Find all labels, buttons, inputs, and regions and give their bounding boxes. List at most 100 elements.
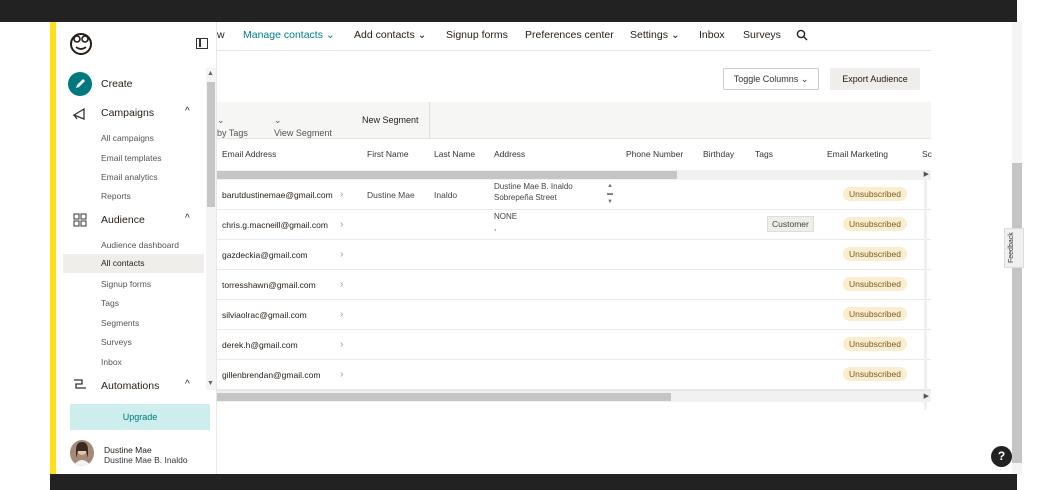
tag-badge: Customer — [767, 216, 814, 232]
sidebar-item-all-contacts[interactable]: All contacts — [63, 254, 204, 273]
email-cell[interactable]: gillenbrendan@gmail.com — [222, 370, 320, 380]
export-audience-button[interactable]: Export Audience — [830, 68, 920, 90]
column-header-address[interactable]: Address — [494, 149, 525, 159]
tab-inbox[interactable]: Inbox — [699, 29, 725, 41]
chevron-right-icon[interactable]: › — [340, 309, 343, 320]
email-cell[interactable]: derek.h@gmail.com — [222, 340, 298, 350]
email-cell[interactable]: chris.g.macneill@gmail.com — [222, 220, 328, 230]
sidebar-item-tags[interactable]: Tags — [101, 298, 119, 308]
mailchimp-logo-icon[interactable] — [68, 30, 94, 56]
status-badge: Unsubscribed — [843, 307, 907, 321]
page-scroll-thumb[interactable] — [1012, 163, 1022, 463]
profile-full-name: Dustine Mae B. Inaldo — [104, 455, 188, 465]
tab-signup-forms[interactable]: Signup forms — [446, 29, 508, 41]
sidebar-item-email-analytics[interactable]: Email analytics — [101, 172, 158, 182]
chevron-right-icon[interactable]: › — [340, 279, 343, 290]
column-header-email[interactable]: Email Address — [222, 149, 276, 159]
sidebar-item-surveys[interactable]: Surveys — [101, 337, 132, 347]
view-segment-dropdown[interactable]: View Segment ⌄ — [274, 115, 332, 138]
column-header-cut[interactable]: Sc — [922, 149, 932, 159]
email-cell[interactable]: silviaolrac@gmail.com — [222, 310, 307, 320]
tab-add-contacts-label: Add contacts — [354, 29, 415, 41]
table-row[interactable]: gazdeckia@gmail.com › Unsubscribed — [217, 240, 931, 270]
chevron-right-icon[interactable]: › — [340, 369, 343, 380]
collapse-sidebar-icon[interactable] — [196, 38, 208, 49]
create-button[interactable] — [68, 72, 92, 96]
tab-add-contacts[interactable]: Add contacts ⌄ — [354, 29, 426, 41]
column-header-birthday[interactable]: Birthday — [703, 149, 734, 159]
tab-manage-contacts[interactable]: Manage contacts ⌄ — [243, 29, 335, 41]
scroll-right-arrow-icon[interactable]: ▶ — [924, 392, 929, 400]
help-button[interactable]: ? — [991, 446, 1012, 467]
column-header-first-name[interactable]: First Name — [367, 149, 409, 159]
search-icon[interactable] — [796, 29, 808, 41]
table-row[interactable]: silviaolrac@gmail.com › Unsubscribed — [217, 300, 931, 330]
address-line-1: Dustine Mae B. Inaldo — [494, 182, 573, 191]
view-segment-label: View Segment — [274, 128, 332, 138]
table-row[interactable]: chris.g.macneill@gmail.com › NONE, Customer… — [217, 210, 931, 240]
table-scrollbar-bottom[interactable]: ▶ — [217, 390, 931, 402]
chevron-right-icon[interactable]: › — [340, 219, 343, 230]
segment-bar: by Tags ⌄ View Segment ⌄ New Segment — [217, 102, 931, 139]
column-header-last-name[interactable]: Last Name — [434, 149, 475, 159]
avatar[interactable] — [70, 440, 94, 466]
automations-icon — [74, 379, 86, 389]
address-scroll-arrows-icon[interactable]: ▲ ▬ ▼ — [607, 182, 613, 206]
chevron-right-icon[interactable]: › — [340, 189, 343, 200]
address-line-1: NONE — [494, 212, 518, 221]
table-scrollbar-top[interactable]: ▶ — [217, 170, 931, 180]
table-scroll-thumb[interactable] — [217, 393, 671, 401]
sidebar-item-create[interactable]: Create — [101, 78, 133, 90]
sidebar-item-campaigns[interactable]: Campaigns — [101, 107, 154, 119]
toggle-columns-button[interactable]: Toggle Columns ⌄ — [723, 68, 819, 90]
email-cell[interactable]: gazdeckia@gmail.com — [222, 250, 308, 260]
sidebar-item-audience[interactable]: Audience — [101, 214, 145, 226]
sidebar-scroll-thumb[interactable] — [207, 82, 215, 207]
table-scroll-thumb[interactable] — [217, 171, 677, 179]
feedback-tab[interactable]: Feedback — [1004, 228, 1024, 268]
table-row[interactable]: barutdustinemae@gmail.com › Dustine Mae Ina… — [217, 180, 931, 210]
sidebar-item-inbox[interactable]: Inbox — [101, 357, 122, 367]
filter-by-tags-dropdown[interactable]: by Tags ⌄ — [217, 115, 248, 138]
sidebar-item-audience-dashboard[interactable]: Audience dashboard — [101, 240, 179, 250]
table-row[interactable]: derek.h@gmail.com › Unsubscribed — [217, 330, 931, 360]
new-segment-button[interactable]: New Segment — [362, 115, 419, 125]
scroll-up-arrow-icon[interactable]: ▲ — [207, 70, 214, 77]
chevron-up-icon[interactable]: ^ — [185, 213, 190, 224]
tab-settings[interactable]: Settings ⌄ — [630, 29, 680, 41]
table-row[interactable]: gillenbrendan@gmail.com › Unsubscribed — [217, 360, 931, 390]
status-badge: Unsubscribed — [843, 277, 907, 291]
browser-top-bar — [0, 0, 1047, 22]
address-cell: NONE, — [494, 211, 616, 238]
scroll-down-arrow-icon[interactable]: ▼ — [207, 380, 214, 387]
sidebar-item-segments[interactable]: Segments — [101, 318, 139, 328]
feedback-label: Feedback — [1008, 232, 1015, 263]
profile-name: Dustine Mae — [104, 445, 152, 455]
sidebar-item-automations[interactable]: Automations — [101, 380, 159, 390]
upgrade-button[interactable]: Upgrade — [70, 404, 210, 430]
chevron-right-icon[interactable]: › — [340, 339, 343, 350]
table-edge — [924, 180, 927, 410]
sidebar-item-all-campaigns[interactable]: All campaigns — [101, 133, 154, 143]
page-margin-left — [0, 22, 50, 490]
tab-surveys[interactable]: Surveys — [743, 29, 781, 41]
column-header-tags[interactable]: Tags — [755, 149, 773, 159]
table-header: Email Address First Name Last Name Addre… — [217, 139, 932, 170]
tab-preferences-center[interactable]: Preferences center — [525, 29, 614, 41]
sidebar-item-reports[interactable]: Reports — [101, 191, 131, 201]
sidebar-item-signup-forms[interactable]: Signup forms — [101, 279, 151, 289]
sidebar-item-email-templates[interactable]: Email templates — [101, 153, 161, 163]
address-line-2: Sobrepeña Street — [494, 193, 557, 202]
sidebar: Create Campaigns ^ All campaigns Email t… — [60, 22, 217, 474]
column-header-phone[interactable]: Phone Number — [626, 149, 683, 159]
chevron-up-icon[interactable]: ^ — [185, 106, 190, 117]
toggle-columns-label: Toggle Columns — [733, 74, 799, 84]
column-header-email-marketing[interactable]: Email Marketing — [827, 149, 888, 159]
table-row[interactable]: torresshawn@gmail.com › Unsubscribed — [217, 270, 931, 300]
chevron-right-icon[interactable]: › — [340, 249, 343, 260]
nav-item-cut[interactable]: w — [217, 29, 225, 41]
email-cell[interactable]: torresshawn@gmail.com — [222, 280, 316, 290]
chevron-up-icon[interactable]: ^ — [185, 379, 190, 390]
email-cell[interactable]: barutdustinemae@gmail.com — [222, 190, 333, 200]
scroll-right-arrow-icon[interactable]: ▶ — [924, 170, 929, 178]
